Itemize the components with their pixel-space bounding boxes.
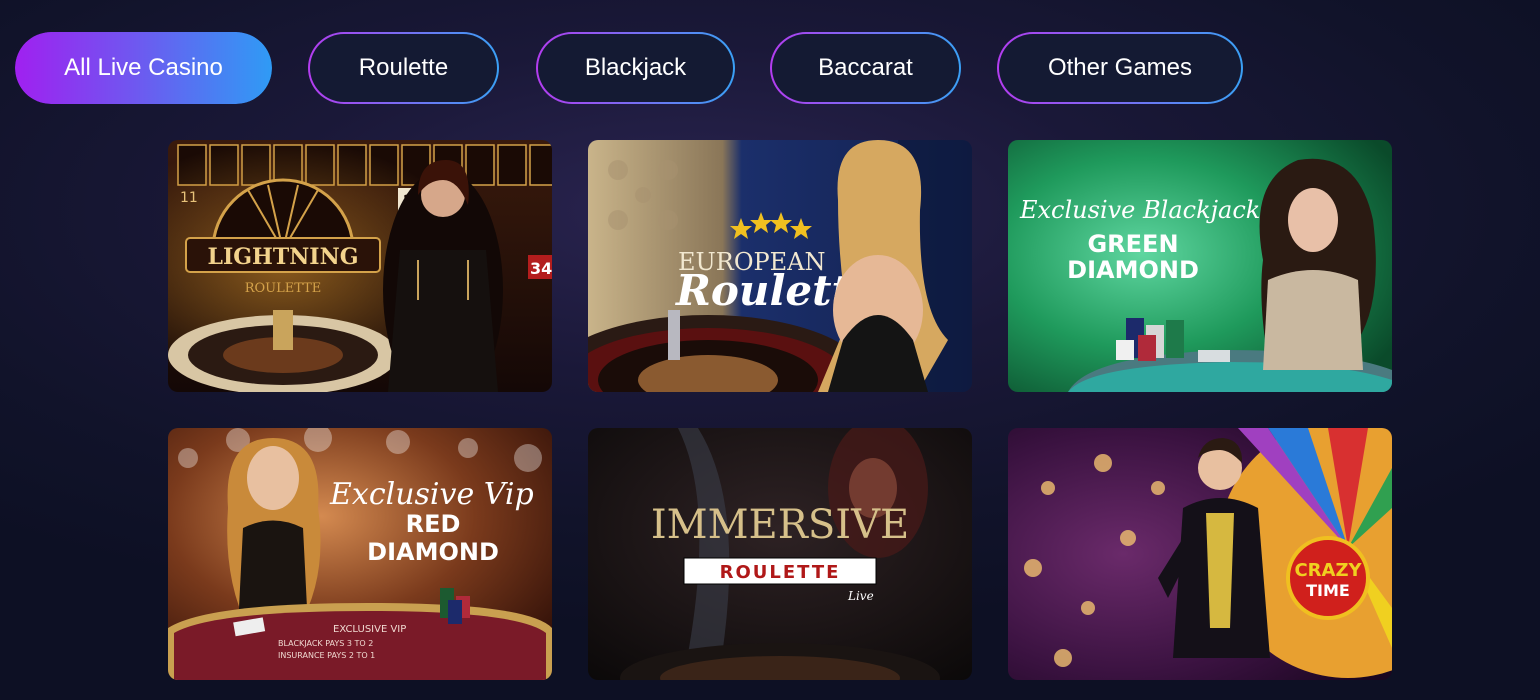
red-diamond-thumbnail: Exclusive Vip RED DIAMOND EXCLUSIVE VIP …: [168, 428, 552, 680]
ct-logo-time: TIME: [1306, 581, 1350, 600]
lr-logo-sub: ROULETTE: [245, 281, 322, 296]
ir-title: IMMERSIVE: [651, 502, 909, 548]
crazy-time-thumbnail: CRAZY TIME: [1008, 428, 1392, 680]
tab-other-games[interactable]: Other Games: [997, 32, 1243, 104]
gd-script: Exclusive Blackjack: [1019, 196, 1260, 224]
game-card-european-roulette[interactable]: EUROPEAN Roulette: [588, 140, 972, 392]
rd-script: Exclusive Vip: [329, 477, 534, 512]
lr-logo-title: LIGHTNING: [207, 244, 358, 270]
tab-all-live-casino[interactable]: All Live Casino: [15, 32, 272, 104]
game-card-lightning-roulette[interactable]: 11 26 34 LIGHTNING ROULETTE: [168, 140, 552, 392]
game-card-immersive-roulette[interactable]: IMMERSIVE ROULETTE Live: [588, 428, 972, 680]
ir-live: Live: [847, 589, 874, 603]
rd-line2: DIAMOND: [367, 538, 499, 566]
european-roulette-thumbnail: EUROPEAN Roulette: [588, 140, 972, 392]
ir-subtitle: ROULETTE: [720, 562, 841, 583]
rd-table-title: EXCLUSIVE VIP: [333, 624, 406, 635]
immersive-roulette-thumbnail: IMMERSIVE ROULETTE Live: [588, 428, 972, 680]
tab-blackjack[interactable]: Blackjack: [536, 32, 735, 104]
lr-number-a: 11: [180, 190, 198, 206]
lr-number-c: 34: [530, 259, 552, 278]
game-card-red-diamond[interactable]: Exclusive Vip RED DIAMOND EXCLUSIVE VIP …: [168, 428, 552, 680]
ct-logo-crazy: CRAZY: [1294, 560, 1362, 581]
game-grid: 11 26 34 LIGHTNING ROULETTE: [168, 140, 1392, 680]
game-card-green-diamond[interactable]: Exclusive Blackjack GREEN DIAMOND: [1008, 140, 1392, 392]
rd-line1: RED: [406, 510, 461, 538]
rd-table-sub1: BLACKJACK PAYS 3 TO 2: [278, 639, 373, 648]
gd-line2: DIAMOND: [1067, 256, 1199, 284]
rd-table-sub2: INSURANCE PAYS 2 TO 1: [278, 651, 375, 660]
game-card-crazy-time[interactable]: CRAZY TIME: [1008, 428, 1392, 680]
lightning-roulette-thumbnail: 11 26 34 LIGHTNING ROULETTE: [168, 140, 552, 392]
gd-line1: GREEN: [1087, 230, 1178, 258]
tab-roulette[interactable]: Roulette: [308, 32, 499, 104]
green-diamond-thumbnail: Exclusive Blackjack GREEN DIAMOND: [1008, 140, 1392, 392]
category-tabs: All Live Casino Roulette Blackjack Bacca…: [15, 32, 1515, 104]
tab-baccarat[interactable]: Baccarat: [770, 32, 961, 104]
